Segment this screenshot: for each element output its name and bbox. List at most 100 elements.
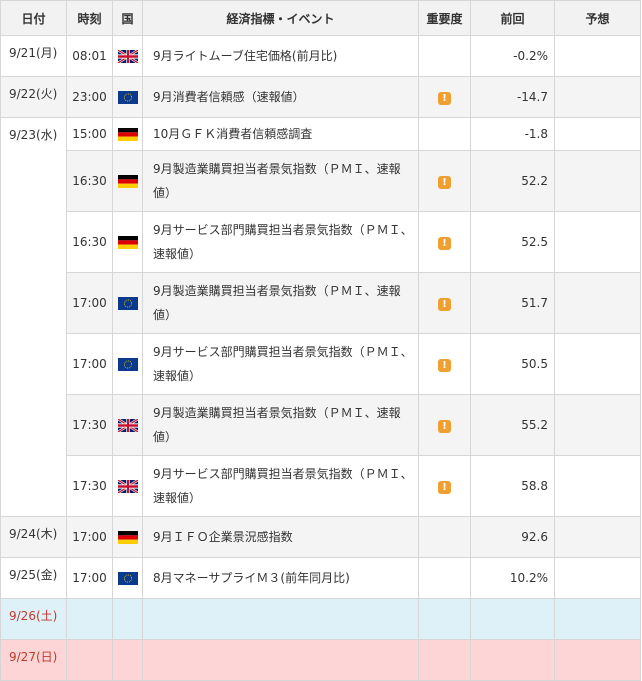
importance-icon: ! [438, 236, 451, 250]
importance-cell [418, 557, 471, 599]
event-cell: 9月ライトムーブ住宅価格(前月比) [142, 35, 419, 77]
event-cell [142, 639, 419, 681]
forecast-cell [554, 639, 641, 681]
header-forecast: 予想 [554, 0, 641, 36]
uk-flag-icon [117, 478, 138, 495]
previous-cell: -14.7 [470, 76, 555, 118]
time-cell: 16:30 [66, 211, 113, 273]
importance-cell: ! [418, 333, 471, 395]
event-line: 速報値） [153, 369, 202, 383]
table-row: 16:30 9月製造業購買担当者景気指数（ＰＭＩ、速報 値） ! 52.2 [1, 150, 641, 212]
event-line: 9月サービス部門購買担当者景気指数（ＰＭＩ、 [153, 467, 413, 481]
time-cell: 17:30 [66, 455, 113, 517]
event-cell: 9月製造業購買担当者景気指数（ＰＭＩ、速報 値） [142, 272, 419, 334]
table-row: 9/24(木) 17:00 9月ＩＦＯ企業景況感指数 92.6 [0, 516, 641, 558]
country-cell [112, 598, 143, 640]
header-time: 時刻 [66, 0, 113, 36]
country-cell [112, 211, 143, 273]
previous-cell: -1.8 [470, 117, 555, 151]
table-row: 9/26(土) [0, 598, 641, 640]
table-row: 17:30 9月製造業購買担当者景気指数（ＰＭＩ、速報 値） ! 55.2 [1, 394, 641, 456]
previous-cell: -0.2% [470, 35, 555, 77]
event-line: 9月サービス部門購買担当者景気指数（ＰＭＩ、 [153, 223, 413, 237]
table-row: 9/27(日) [0, 639, 641, 681]
event-cell: 9月サービス部門購買担当者景気指数（ＰＭＩ、 速報値） [142, 455, 419, 517]
table-row: 9/21(月) 08:01 9月ライトムーブ住宅価格(前月比) -0.2% [0, 35, 641, 77]
event-line: 9月製造業購買担当者景気指数（ＰＭＩ、速報 [153, 284, 401, 298]
previous-cell: 52.2 [470, 150, 555, 212]
forecast-cell [554, 333, 641, 395]
country-cell [112, 35, 143, 77]
time-cell: 08:01 [66, 35, 113, 77]
event-cell: 9月ＩＦＯ企業景況感指数 [142, 516, 419, 558]
event-cell: 9月サービス部門購買担当者景気指数（ＰＭＩ、 速報値） [142, 333, 419, 395]
importance-icon: ! [438, 480, 451, 494]
time-cell: 17:00 [66, 333, 113, 395]
table-row: 17:00 9月製造業購買担当者景気指数（ＰＭＩ、速報 値） ! 51.7 [1, 272, 641, 334]
country-cell [112, 455, 143, 517]
table-row: 9/22(火) 23:00 9月消費者信頼感（速報値） ! -14.7 [0, 76, 641, 118]
importance-icon: ! [438, 91, 451, 105]
de-flag-icon [117, 128, 138, 141]
forecast-cell [554, 516, 641, 558]
forecast-cell [554, 211, 641, 273]
forecast-cell [554, 117, 641, 151]
country-cell [112, 557, 143, 599]
forecast-cell [554, 76, 641, 118]
time-cell [66, 639, 113, 681]
event-line: 値） [153, 430, 178, 444]
country-cell [112, 272, 143, 334]
importance-icon: ! [438, 297, 451, 311]
event-cell: 9月サービス部門購買担当者景気指数（ＰＭＩ、 速報値） [142, 211, 419, 273]
date-cell: 9/23(水) [0, 117, 67, 517]
forecast-cell [554, 394, 641, 456]
event-cell: 9月消費者信頼感（速報値） [142, 76, 419, 118]
event-cell [142, 598, 419, 640]
event-line: 値） [153, 186, 178, 200]
importance-cell: ! [418, 394, 471, 456]
previous-cell [470, 639, 555, 681]
importance-icon: ! [438, 358, 451, 372]
country-cell [112, 150, 143, 212]
forecast-cell [554, 557, 641, 599]
previous-cell: 52.5 [470, 211, 555, 273]
table-row: 9/25(金) 17:00 8月マネーサプライＭ３(前年同月比) 10.2% [0, 557, 641, 599]
event-line: 9月製造業購買担当者景気指数（ＰＭＩ、速報 [153, 162, 401, 176]
header-date: 日付 [0, 0, 67, 36]
event-cell: 9月製造業購買担当者景気指数（ＰＭＩ、速報 値） [142, 150, 419, 212]
event-line: 速報値） [153, 247, 202, 261]
header-country: 国 [112, 0, 143, 36]
previous-cell: 51.7 [470, 272, 555, 334]
economic-calendar-table: 日付 時刻 国 経済指標・イベント 重要度 前回 予想 9/21(月) 08:0… [0, 0, 641, 681]
table-row: 17:00 9月サービス部門購買担当者景気指数（ＰＭＩ、 速報値） ! 50.5 [1, 333, 641, 395]
importance-cell: ! [418, 455, 471, 517]
forecast-cell [554, 35, 641, 77]
event-line: 9月製造業購買担当者景気指数（ＰＭＩ、速報 [153, 406, 401, 420]
importance-cell [418, 117, 471, 151]
event-cell: 9月製造業購買担当者景気指数（ＰＭＩ、速報 値） [142, 394, 419, 456]
header-row: 日付 時刻 国 経済指標・イベント 重要度 前回 予想 [0, 0, 641, 36]
uk-flag-icon [117, 48, 138, 65]
date-cell: 9/21(月) [0, 35, 67, 77]
event-cell: 8月マネーサプライＭ３(前年同月比) [142, 557, 419, 599]
de-flag-icon [117, 175, 138, 188]
header-event: 経済指標・イベント [142, 0, 419, 36]
previous-cell: 10.2% [470, 557, 555, 599]
previous-cell [470, 598, 555, 640]
previous-cell: 55.2 [470, 394, 555, 456]
event-line: 9月サービス部門購買担当者景気指数（ＰＭＩ、 [153, 345, 413, 359]
importance-cell [418, 639, 471, 681]
importance-cell [418, 516, 471, 558]
table-row: 9/23(水) 15:00 10月ＧＦＫ消費者信頼感調査 -1.8 [0, 117, 641, 517]
uk-flag-icon [117, 417, 138, 434]
header-importance: 重要度 [418, 0, 471, 36]
eu-flag-icon [117, 297, 138, 310]
time-cell: 17:00 [66, 272, 113, 334]
event-line: 速報値） [153, 491, 202, 505]
eu-flag-icon [117, 572, 138, 585]
importance-cell: ! [418, 272, 471, 334]
table-row: 16:30 9月サービス部門購買担当者景気指数（ＰＭＩ、 速報値） ! 52.5 [1, 211, 641, 273]
date-cell: 9/26(土) [0, 598, 67, 640]
previous-cell: 92.6 [470, 516, 555, 558]
importance-cell [418, 35, 471, 77]
